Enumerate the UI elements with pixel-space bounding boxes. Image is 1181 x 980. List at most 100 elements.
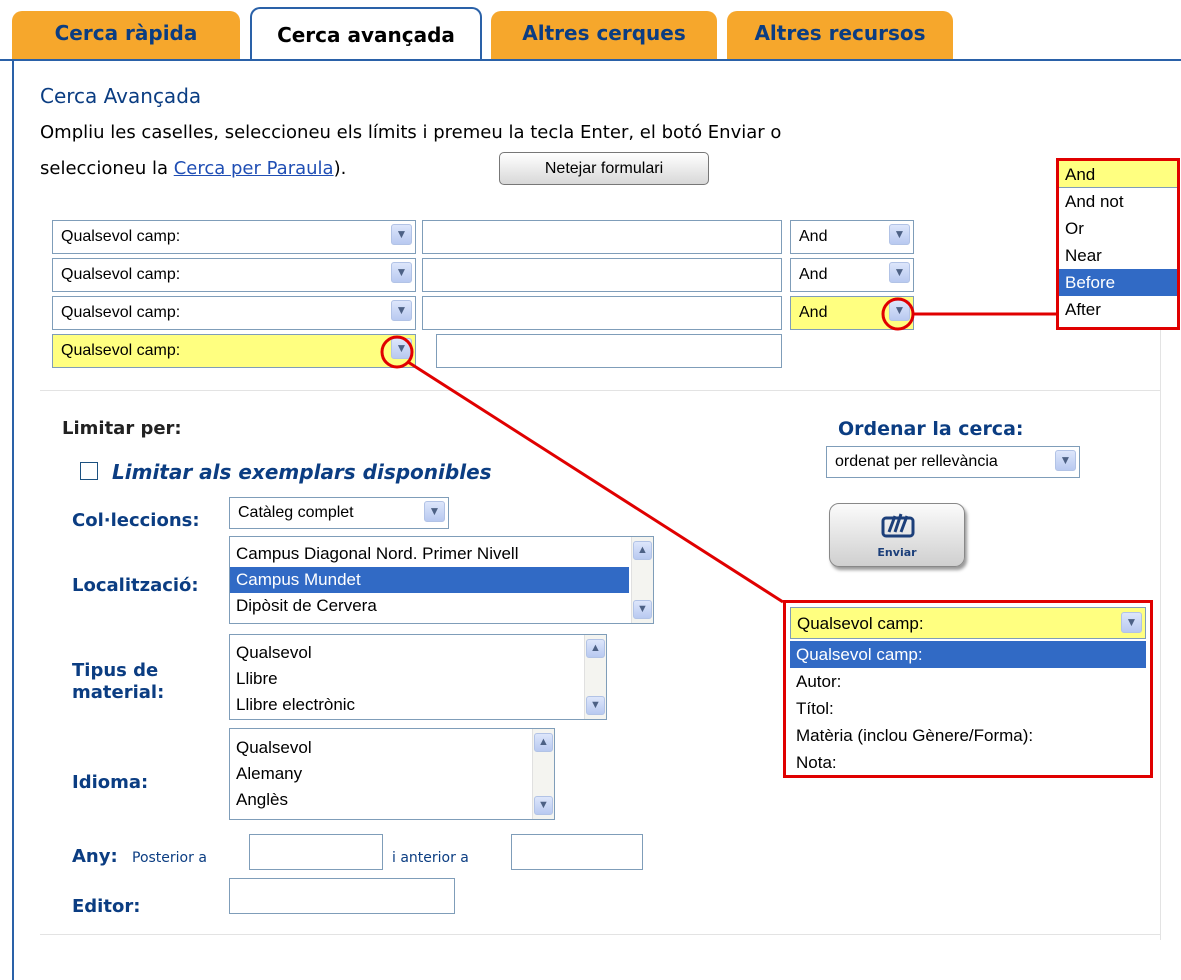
chevron-down-icon[interactable]: ▼ [1121,612,1142,633]
year-label: Any: [72,846,118,867]
dropdown-option[interactable]: Or [1059,215,1177,242]
operator-select-1[interactable]: And ▼ [790,220,914,254]
material-label: Tipus de material: [72,660,164,704]
operator-value: And [799,228,828,245]
collections-label: Col·leccions: [72,510,200,531]
chevron-down-icon[interactable]: ▼ [1055,450,1076,471]
scrollbar[interactable]: ▲ ▼ [584,635,606,719]
language-label: Idioma: [72,772,149,793]
chevron-down-icon[interactable]: ▼ [889,300,910,321]
search-input-4[interactable] [436,334,782,368]
available-checkbox[interactable] [80,462,98,480]
sort-value: ordenat per rellevància [835,453,998,470]
sort-title: Ordenar la cerca: [838,418,1024,440]
dropdown-option[interactable]: Matèria (inclou Gènere/Forma): [790,722,1146,749]
chevron-down-icon[interactable]: ▼ [633,600,652,619]
field-select-2[interactable]: Qualsevol camp: ▼ [52,258,416,292]
chevron-down-icon[interactable]: ▼ [391,224,412,245]
chevron-down-icon[interactable]: ▼ [391,338,412,359]
intro-line-1: Ompliu les caselles, seleccioneu els lím… [40,122,782,143]
location-listbox[interactable]: Campus Diagonal Nord. Primer Nivell Camp… [229,536,654,624]
available-label: Limitar als exemplars disponibles [112,460,492,484]
operator-select-3[interactable]: And ▼ [790,296,914,330]
list-item[interactable]: Dipòsit de Cervera [230,593,653,619]
chevron-down-icon[interactable]: ▼ [534,796,553,815]
tab-advanced-search[interactable]: Cerca avançada [250,7,482,59]
operator-value: And [799,266,828,283]
send-hand-icon [881,513,915,538]
submit-label: Enviar [877,546,917,559]
intro-suffix: ). [333,158,347,179]
tab-other-searches[interactable]: Altres cerques [491,11,717,59]
clear-form-button[interactable]: Netejar formulari [499,152,709,185]
after-label: Posterior a [132,850,207,866]
list-item[interactable]: Qualsevol [230,735,554,761]
chevron-down-icon[interactable]: ▼ [391,262,412,283]
tab-other-resources[interactable]: Altres recursos [727,11,953,59]
dropdown-option-highlighted[interactable]: Qualsevol camp: [790,641,1146,668]
field-select-value: Qualsevol camp: [61,342,181,359]
divider [40,390,1160,391]
chevron-up-icon[interactable]: ▲ [586,639,605,658]
list-item[interactable]: Llibre electrònic [230,692,606,718]
list-item[interactable]: Llibre [230,666,606,692]
intro-line-2: seleccioneu la Cerca per Paraula). [40,152,346,185]
dropdown-option[interactable]: Near [1059,242,1177,269]
chevron-down-icon[interactable]: ▼ [889,224,910,245]
tab-label: Altres cerques [522,21,686,45]
search-input-2[interactable] [422,258,782,292]
intro-prefix: seleccioneu la [40,158,174,179]
dropdown-selected-value[interactable]: Qualsevol camp: ▼ [790,607,1146,639]
search-input-3[interactable] [422,296,782,330]
dropdown-option[interactable]: And not [1059,188,1177,215]
publisher-input[interactable] [229,878,455,914]
divider [40,934,1160,935]
tab-label: Altres recursos [754,21,926,45]
dropdown-option[interactable]: Títol: [790,695,1146,722]
operator-select-2[interactable]: And ▼ [790,258,914,292]
list-item[interactable]: Alemany [230,761,554,787]
chevron-up-icon[interactable]: ▲ [534,733,553,752]
list-item[interactable]: Campus Diagonal Nord. Primer Nivell [230,541,653,567]
field-select-3[interactable]: Qualsevol camp: ▼ [52,296,416,330]
tab-bar-border [0,59,1181,61]
dropdown-option[interactable]: Nota: [790,749,1146,776]
language-listbox[interactable]: Qualsevol Alemany Anglès ▲ ▼ [229,728,555,820]
field-select-value: Qualsevol camp: [61,304,181,321]
operator-dropdown-callout: And And not Or Near Before After [1056,158,1180,330]
list-item[interactable]: Campus Mundet [230,567,629,593]
submit-button[interactable]: Enviar [829,503,965,567]
collections-value: Catàleg complet [238,504,354,521]
year-before-input[interactable] [511,834,643,870]
tab-quick-search[interactable]: Cerca ràpida [12,11,240,59]
field-select-4[interactable]: Qualsevol camp: ▼ [52,334,416,368]
chevron-down-icon[interactable]: ▼ [586,696,605,715]
list-item[interactable]: Anglès [230,787,554,813]
chevron-down-icon[interactable]: ▼ [424,501,445,522]
sort-select[interactable]: ordenat per rellevància ▼ [826,446,1080,478]
list-item[interactable]: Qualsevol [230,640,606,666]
page-title: Cerca Avançada [40,84,202,108]
field-select-1[interactable]: Qualsevol camp: ▼ [52,220,416,254]
chevron-down-icon[interactable]: ▼ [391,300,412,321]
collections-select[interactable]: Catàleg complet ▼ [229,497,449,529]
dropdown-selected-text: Qualsevol camp: [797,614,924,633]
chevron-up-icon[interactable]: ▲ [633,541,652,560]
search-input-1[interactable] [422,220,782,254]
year-after-input[interactable] [249,834,383,870]
material-listbox[interactable]: Qualsevol Llibre Llibre electrònic ▲ ▼ [229,634,607,720]
location-label: Localització: [72,575,199,596]
material-label-line: Tipus de [72,660,159,681]
dropdown-option[interactable]: After [1059,296,1177,323]
chevron-down-icon[interactable]: ▼ [889,262,910,283]
scrollbar[interactable]: ▲ ▼ [631,537,653,623]
scrollbar[interactable]: ▲ ▼ [532,729,554,819]
dropdown-option-highlighted[interactable]: Before [1059,269,1177,296]
field-dropdown-callout: Qualsevol camp: ▼ Qualsevol camp: Autor:… [783,600,1153,778]
dropdown-selected-value[interactable]: And [1059,161,1177,188]
tab-label: Cerca avançada [277,23,455,47]
word-search-link[interactable]: Cerca per Paraula [174,158,334,179]
field-select-value: Qualsevol camp: [61,266,181,283]
dropdown-option[interactable]: Autor: [790,668,1146,695]
material-label-line: material: [72,682,165,703]
